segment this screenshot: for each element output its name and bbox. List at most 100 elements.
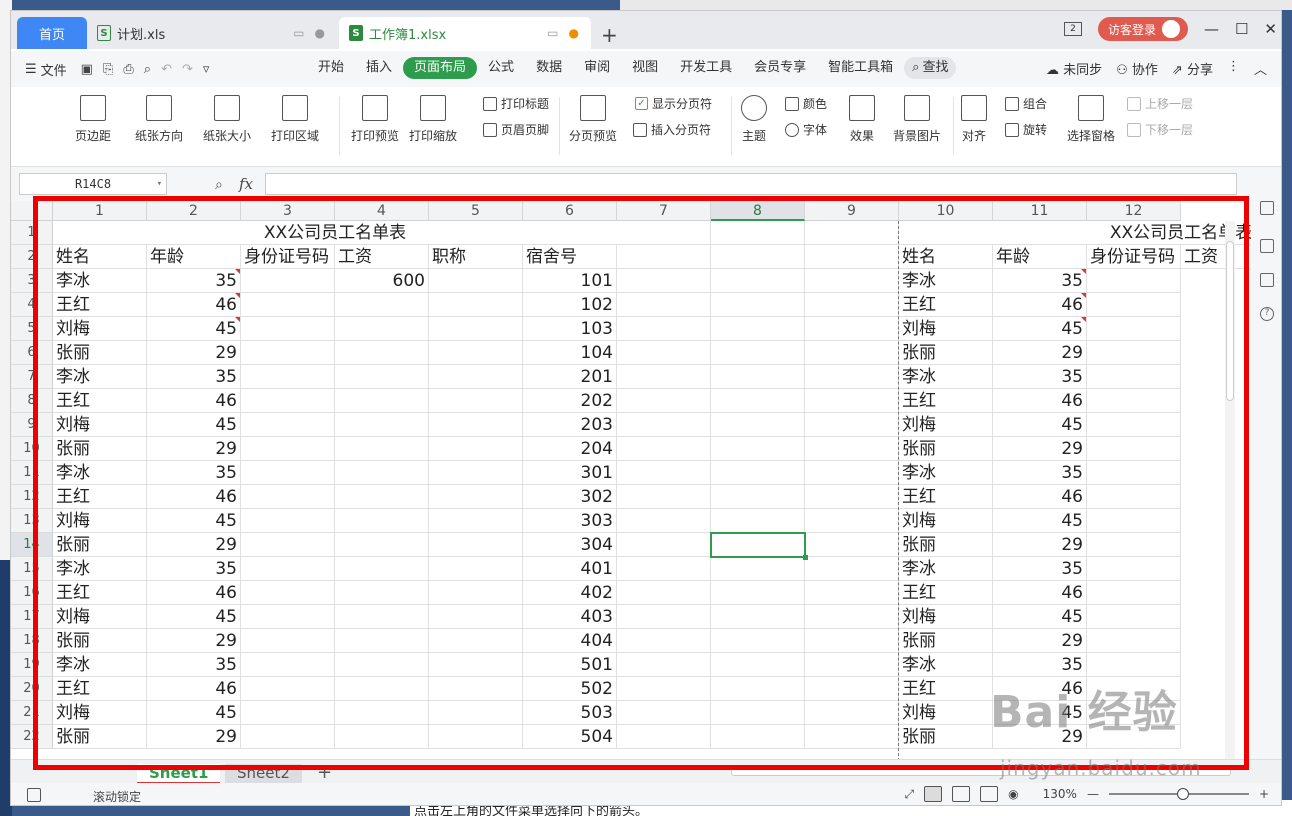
- bring-forward-button[interactable]: 上移一层: [1127, 95, 1193, 112]
- grid-cell[interactable]: 103: [523, 317, 617, 341]
- row-header[interactable]: 6: [11, 341, 53, 365]
- grid-cell[interactable]: 李冰: [53, 557, 147, 581]
- adjust-icon[interactable]: [1260, 239, 1274, 253]
- menu-tab-insert[interactable]: 插入: [355, 57, 403, 79]
- share-button[interactable]: ⇗ 分享: [1172, 59, 1213, 78]
- grid-cell[interactable]: 29: [147, 437, 241, 461]
- grid-cell[interactable]: [711, 269, 805, 293]
- row-header[interactable]: 9: [11, 413, 53, 437]
- search-button[interactable]: ⌕ 查找: [904, 57, 957, 79]
- grid-cell[interactable]: 张丽: [899, 725, 993, 749]
- grid-cell[interactable]: [805, 725, 899, 749]
- show-page-breaks-checkbox[interactable]: ✓ 显示分页符: [635, 95, 712, 112]
- grid-cell[interactable]: [617, 629, 711, 653]
- grid-cell[interactable]: [335, 557, 429, 581]
- print-scale-button[interactable]: 打印缩放: [409, 95, 457, 144]
- grid-cell[interactable]: [335, 629, 429, 653]
- grid-cell[interactable]: 王红: [53, 581, 147, 605]
- grid-cell[interactable]: [617, 413, 711, 437]
- grid-cell[interactable]: [711, 461, 805, 485]
- grid-cell[interactable]: 600: [335, 269, 429, 293]
- grid-cell[interactable]: 46: [147, 581, 241, 605]
- normal-view-icon[interactable]: [924, 786, 943, 802]
- grid-cell[interactable]: [335, 701, 429, 725]
- sync-button[interactable]: ☁ 未同步: [1046, 59, 1102, 78]
- grid-cell[interactable]: 35: [147, 461, 241, 485]
- grid-cell[interactable]: 王红: [899, 485, 993, 509]
- column-header[interactable]: 1: [53, 201, 147, 221]
- grid-cell[interactable]: 304: [523, 533, 617, 557]
- grid-cell[interactable]: [429, 437, 523, 461]
- column-header[interactable]: 7: [617, 201, 711, 221]
- grid-cell[interactable]: [805, 533, 899, 557]
- menu-tab-data[interactable]: 数据: [525, 57, 573, 79]
- grid-cell[interactable]: [711, 701, 805, 725]
- grid-cell[interactable]: [241, 701, 335, 725]
- grid-cell[interactable]: [335, 317, 429, 341]
- selection-pane-button[interactable]: 选择窗格: [1067, 95, 1115, 144]
- grid-cell[interactable]: 年龄: [147, 245, 241, 269]
- grid-cell[interactable]: [805, 509, 899, 533]
- grid-cell[interactable]: [711, 581, 805, 605]
- grid-cell[interactable]: 504: [523, 725, 617, 749]
- grid-cell[interactable]: 45: [993, 317, 1087, 341]
- collapse-ribbon-icon[interactable]: ︿: [1254, 59, 1267, 78]
- grid-cell[interactable]: [711, 317, 805, 341]
- grid-cell[interactable]: 29: [147, 341, 241, 365]
- grid-cell[interactable]: 李冰: [53, 365, 147, 389]
- grid-cell[interactable]: [617, 245, 711, 269]
- paper-size-button[interactable]: 纸张大小: [203, 95, 251, 144]
- formula-input[interactable]: [265, 173, 1237, 195]
- grid-cell[interactable]: [1087, 365, 1181, 389]
- menu-tab-smart-tools[interactable]: 智能工具箱: [817, 57, 904, 79]
- function-fx-icon[interactable]: fx: [239, 175, 253, 193]
- grid-cell[interactable]: 46: [993, 293, 1087, 317]
- row-header[interactable]: 21: [11, 701, 53, 725]
- grid-cell[interactable]: [805, 557, 899, 581]
- print-area-button[interactable]: 打印区域: [271, 95, 319, 144]
- window-count-badge[interactable]: 2: [1063, 22, 1082, 36]
- grid-cell[interactable]: 身份证号码: [1087, 245, 1181, 269]
- grid-cell[interactable]: [805, 629, 899, 653]
- grid-cell[interactable]: [805, 317, 899, 341]
- add-sheet-plus-icon[interactable]: +: [317, 762, 332, 783]
- grid-cell[interactable]: [711, 365, 805, 389]
- theme-button[interactable]: 主题: [741, 95, 767, 144]
- grid-cell[interactable]: [241, 269, 335, 293]
- grid-cell[interactable]: 45: [147, 701, 241, 725]
- grid-cell[interactable]: [335, 581, 429, 605]
- fullscreen-icon[interactable]: ⤢: [905, 787, 915, 802]
- collab-button[interactable]: ⚇ 协作: [1116, 59, 1158, 78]
- grid-cell[interactable]: [617, 341, 711, 365]
- grid-cell[interactable]: [429, 533, 523, 557]
- grid-cell[interactable]: [617, 389, 711, 413]
- column-header[interactable]: 4: [335, 201, 429, 221]
- grid-cell[interactable]: [335, 293, 429, 317]
- grid-cell[interactable]: 张丽: [899, 341, 993, 365]
- grid-cell[interactable]: [1087, 629, 1181, 653]
- group-button[interactable]: 组合: [1005, 95, 1047, 112]
- grid-cell[interactable]: [335, 365, 429, 389]
- row-header[interactable]: 12: [11, 485, 53, 509]
- grid-cell[interactable]: [805, 413, 899, 437]
- file-menu-button[interactable]: ☰ 文件: [25, 60, 67, 79]
- grid-cell[interactable]: [241, 581, 335, 605]
- grid-cell[interactable]: [429, 413, 523, 437]
- header-footer-button[interactable]: 页眉页脚: [483, 121, 549, 138]
- grid-cell[interactable]: 46: [993, 389, 1087, 413]
- column-header[interactable]: 2: [147, 201, 241, 221]
- grid-cell[interactable]: [241, 509, 335, 533]
- grid-cell[interactable]: [429, 269, 523, 293]
- grid-cell[interactable]: 404: [523, 629, 617, 653]
- grid-cell[interactable]: 李冰: [53, 461, 147, 485]
- grid-cell[interactable]: 46: [993, 485, 1087, 509]
- screen-icon[interactable]: ▭: [293, 26, 304, 40]
- grid-cell[interactable]: 年龄: [993, 245, 1087, 269]
- grid-cell[interactable]: 35: [147, 269, 241, 293]
- grid-cell[interactable]: [335, 653, 429, 677]
- grid-cell[interactable]: 刘梅: [899, 413, 993, 437]
- grid-cell[interactable]: [805, 485, 899, 509]
- send-backward-button[interactable]: 下移一层: [1127, 121, 1193, 138]
- page-layout-view-icon[interactable]: [952, 786, 971, 802]
- grid-cell[interactable]: 王红: [899, 581, 993, 605]
